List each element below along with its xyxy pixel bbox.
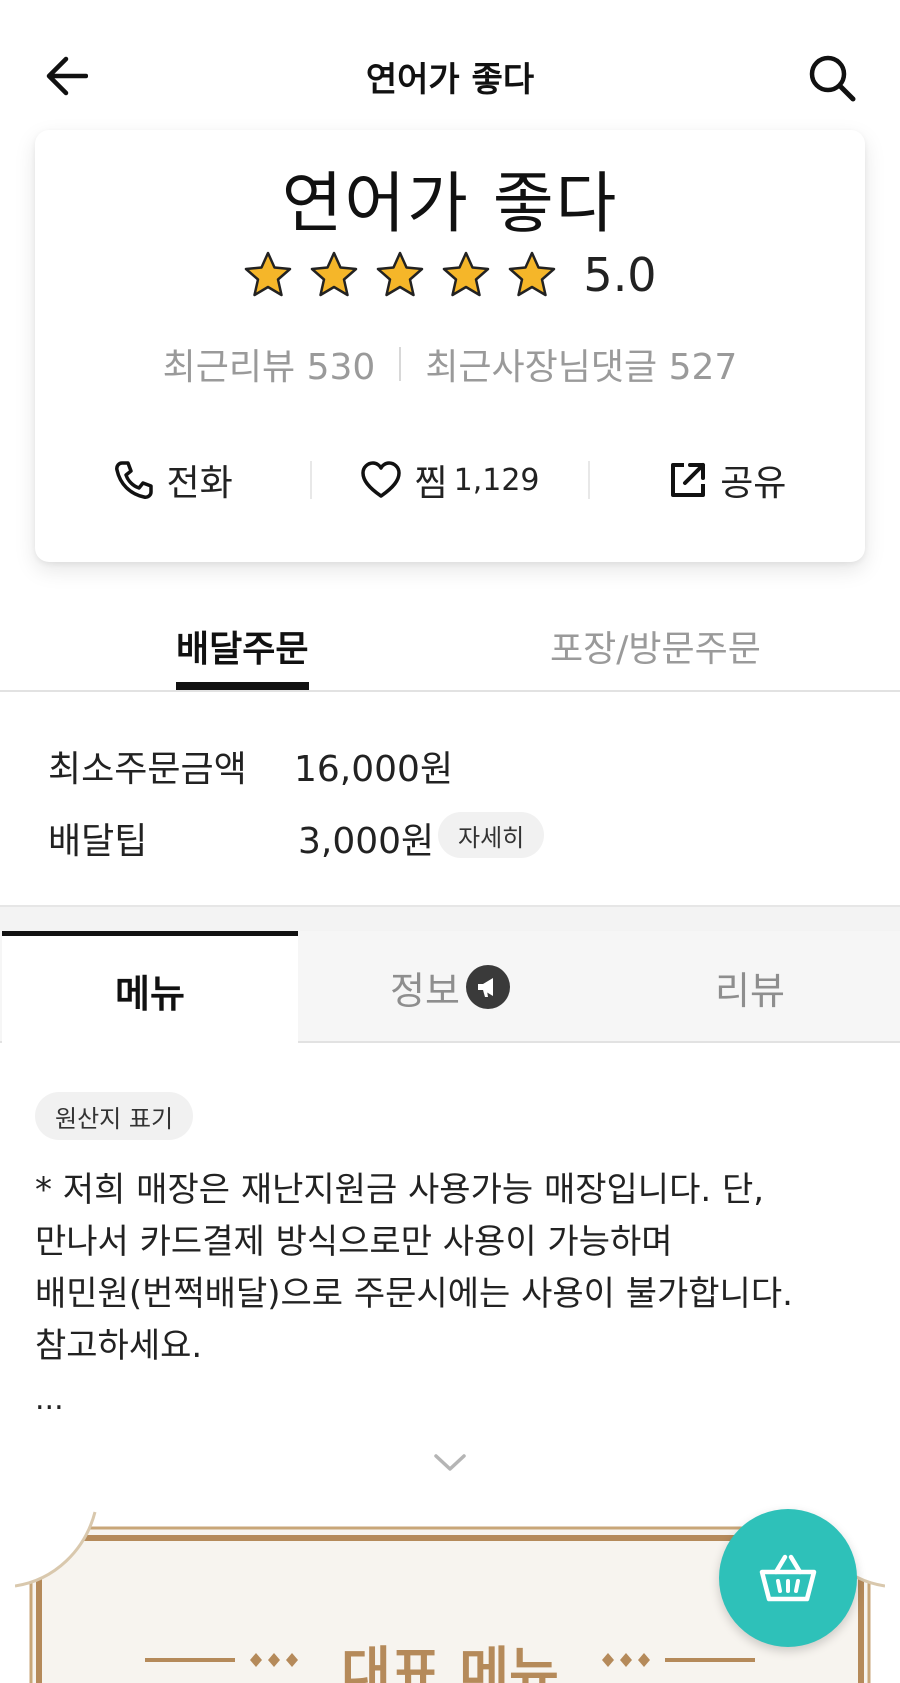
notice-line: 배민원(번쩍배달)으로 주문시에는 사용이 불가합니다. — [35, 1274, 793, 1314]
tab-info-label: 정보 — [390, 968, 460, 1013]
like-count: 1,129 — [453, 462, 540, 498]
basket-icon — [759, 1554, 817, 1602]
star-icon — [509, 251, 556, 297]
heart-icon — [361, 461, 402, 498]
section-divider — [0, 905, 900, 931]
divider — [399, 347, 402, 381]
order-type-tabs: 배달주문 포장/방문주문 — [0, 600, 900, 692]
rating-value: 5.0 — [583, 248, 657, 302]
store-actions: 전화 찜 1,129 공유 — [35, 448, 865, 512]
star-icon — [311, 251, 358, 297]
expand-notice-button[interactable] — [430, 1448, 470, 1478]
star-icon — [443, 251, 490, 297]
tab-pickup-order[interactable]: 포장/방문주문 — [550, 620, 761, 672]
chevron-down-icon — [434, 1454, 466, 1471]
recent-reviews-link[interactable]: 최근리뷰 530 — [163, 338, 376, 390]
store-notice: * 저희 매장은 재난지원금 사용가능 매장입니다. 단, 만나서 카드결제 방… — [35, 1164, 865, 1372]
phone-icon — [114, 461, 153, 499]
notice-ellipsis: ... — [35, 1382, 64, 1417]
share-icon — [671, 463, 706, 497]
top-app-bar: 연어가 좋다 — [0, 0, 900, 150]
star-icon — [377, 251, 424, 297]
call-label: 전화 — [166, 463, 233, 504]
notice-line: 참고하세요. — [35, 1326, 203, 1366]
store-info-card: 연어가 좋다 5.0 최근리뷰 530 최근사장님댓글 527 전화 찜 1,1… — [35, 130, 865, 562]
delivery-tip-label: 배달팁 — [48, 821, 148, 862]
notice-line: 만나서 카드결제 방식으로만 사용이 가능하며 — [35, 1222, 673, 1262]
delivery-tip-detail-button[interactable]: 자세히 — [438, 812, 545, 858]
notice-line: * 저희 매장은 재난지원금 사용가능 매장입니다. 단, — [35, 1170, 765, 1210]
delivery-tip-value: 3,000원 — [298, 821, 435, 862]
owner-replies-link[interactable]: 최근사장님댓글 527 — [425, 338, 737, 390]
tab-review[interactable]: 리뷰 — [600, 931, 900, 1043]
active-tab-indicator — [176, 682, 309, 690]
star-icon — [245, 251, 292, 297]
page-title: 연어가 좋다 — [365, 60, 535, 100]
call-button[interactable]: 전화 — [35, 454, 310, 506]
review-stats: 최근리뷰 530 최근사장님댓글 527 — [35, 338, 865, 390]
rating-row: 5.0 — [35, 248, 865, 302]
tab-review-label: 리뷰 — [715, 968, 785, 1013]
search-button[interactable] — [804, 50, 860, 106]
share-button[interactable]: 공유 — [590, 454, 865, 506]
search-icon — [809, 55, 856, 102]
tab-delivery-order[interactable]: 배달주문 — [176, 620, 308, 672]
megaphone-icon — [465, 965, 510, 1009]
content-tabs: 메뉴 정보 리뷰 — [0, 931, 900, 1044]
like-label: 찜 — [414, 463, 448, 504]
min-order-label: 최소주문금액 — [48, 749, 247, 790]
origin-label-button[interactable]: 원산지 표기 — [35, 1092, 194, 1140]
tab-menu-label: 메뉴 — [115, 971, 185, 1016]
cart-button[interactable] — [719, 1509, 857, 1647]
tab-info[interactable]: 정보 — [300, 931, 600, 1043]
share-label: 공유 — [720, 463, 787, 504]
tab-menu[interactable]: 메뉴 — [2, 931, 298, 1044]
like-button[interactable]: 찜 1,129 — [312, 454, 587, 506]
store-name: 연어가 좋다 — [281, 165, 619, 242]
min-order-value: 16,000원 — [294, 749, 454, 790]
